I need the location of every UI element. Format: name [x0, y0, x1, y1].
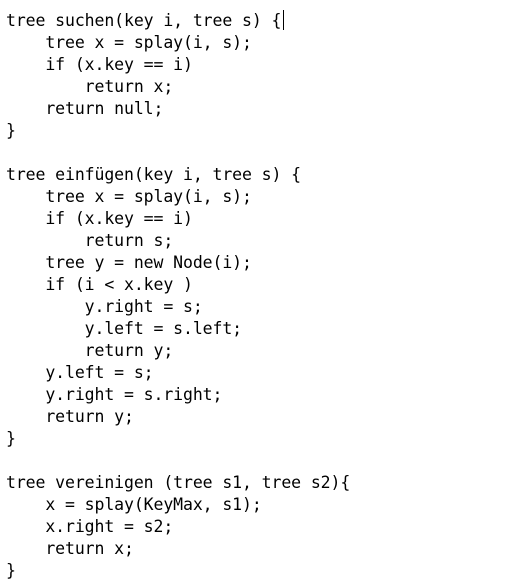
- code-line-text: tree suchen(key i, tree s) {: [6, 11, 282, 30]
- code-line[interactable]: tree x = splay(i, s);: [6, 32, 505, 54]
- code-line[interactable]: y.left = s;: [6, 362, 505, 384]
- code-line[interactable]: return x;: [6, 538, 505, 560]
- code-line[interactable]: y.right = s;: [6, 296, 505, 318]
- code-line[interactable]: if (x.key == i): [6, 208, 505, 230]
- code-line[interactable]: x = splay(KeyMax, s1);: [6, 494, 505, 516]
- code-line[interactable]: }: [6, 120, 505, 142]
- blank-line[interactable]: [6, 450, 505, 472]
- code-line[interactable]: return y;: [6, 406, 505, 428]
- code-editor[interactable]: tree suchen(key i, tree s) { tree x = sp…: [0, 0, 505, 585]
- code-line[interactable]: return s;: [6, 230, 505, 252]
- code-line[interactable]: return x;: [6, 76, 505, 98]
- code-line[interactable]: tree suchen(key i, tree s) {: [6, 10, 505, 32]
- code-line[interactable]: tree einfügen(key i, tree s) {: [6, 164, 505, 186]
- code-line[interactable]: }: [6, 428, 505, 450]
- code-line[interactable]: if (i < x.key ): [6, 274, 505, 296]
- code-line[interactable]: tree x = splay(i, s);: [6, 186, 505, 208]
- code-line[interactable]: x.right = s2;: [6, 516, 505, 538]
- code-line[interactable]: tree y = new Node(i);: [6, 252, 505, 274]
- code-line[interactable]: return null;: [6, 98, 505, 120]
- code-line[interactable]: tree vereinigen (tree s1, tree s2){: [6, 472, 505, 494]
- code-line[interactable]: if (x.key == i): [6, 54, 505, 76]
- blank-line[interactable]: [6, 142, 505, 164]
- text-cursor: [283, 10, 285, 30]
- code-line[interactable]: y.left = s.left;: [6, 318, 505, 340]
- code-line[interactable]: }: [6, 560, 505, 582]
- code-line[interactable]: y.right = s.right;: [6, 384, 505, 406]
- code-line[interactable]: return y;: [6, 340, 505, 362]
